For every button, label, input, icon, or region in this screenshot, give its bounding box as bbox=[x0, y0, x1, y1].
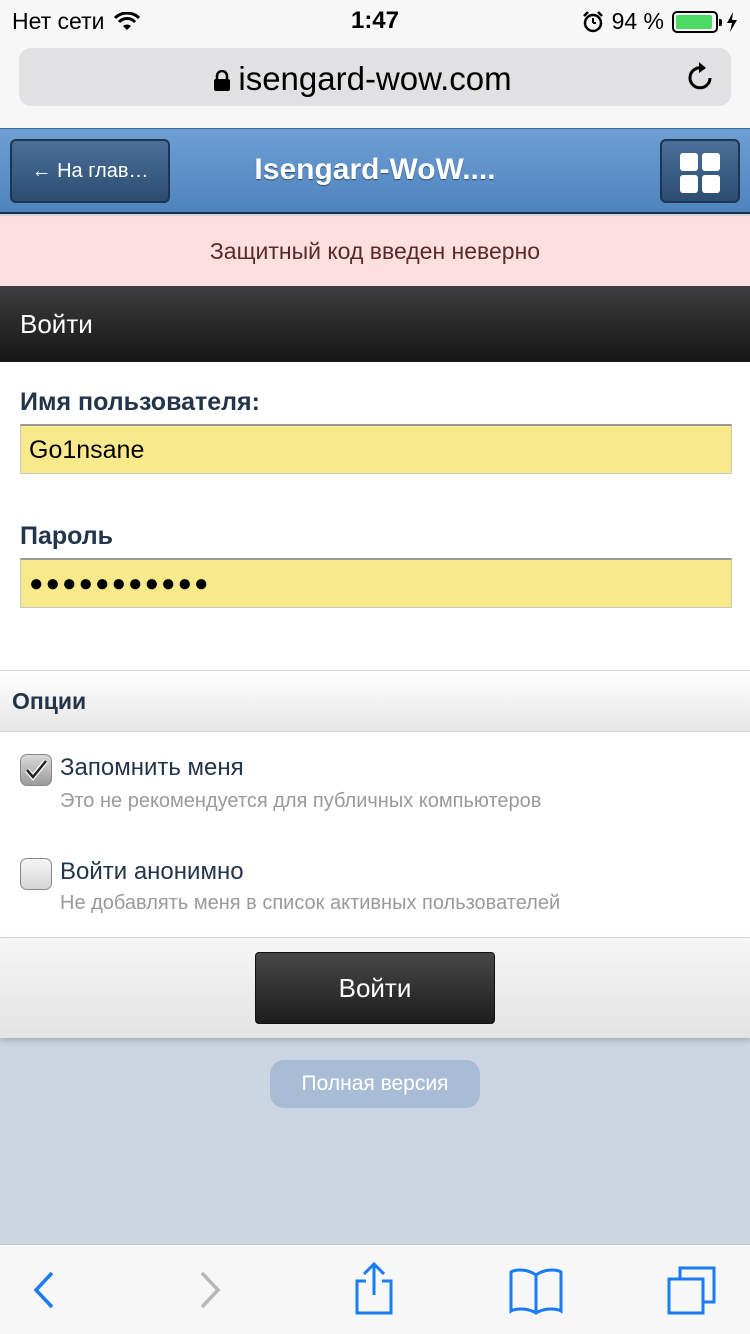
address-bar[interactable]: isengard-wow.com bbox=[19, 48, 731, 106]
username-label: Имя пользователя: bbox=[20, 388, 260, 416]
browser-toolbar bbox=[0, 1244, 750, 1334]
anonymous-login-checkbox[interactable] bbox=[20, 858, 52, 890]
back-to-main-button[interactable]: ← На глав… bbox=[10, 139, 170, 203]
options-header: Опции bbox=[0, 670, 750, 732]
bookmarks-icon[interactable] bbox=[508, 1267, 564, 1315]
anonymous-login-label[interactable]: Войти анонимно bbox=[60, 858, 244, 886]
share-icon[interactable] bbox=[352, 1261, 396, 1317]
username-field[interactable]: Go1nsane bbox=[20, 424, 732, 474]
forward-icon[interactable] bbox=[194, 1265, 224, 1315]
remember-me-hint: Это не рекомендуется для публичных компь… bbox=[60, 790, 542, 812]
anonymous-login-hint: Не добавлять меня в список активных поль… bbox=[60, 892, 561, 914]
checkmark-icon bbox=[25, 759, 48, 781]
back-icon[interactable] bbox=[28, 1265, 58, 1315]
error-message: Защитный код введен неверно bbox=[0, 216, 750, 286]
login-submit-button[interactable]: Войти bbox=[255, 952, 495, 1024]
browser-address-area: isengard-wow.com bbox=[0, 40, 750, 128]
alarm-icon bbox=[582, 10, 603, 32]
site-header: ← На глав… Isengard-WoW.... bbox=[0, 128, 750, 214]
reload-icon[interactable] bbox=[685, 60, 715, 92]
login-section-title: Войти bbox=[0, 286, 750, 362]
remember-me-label[interactable]: Запомнить меня bbox=[60, 754, 244, 782]
status-bar: Нет сети 1:47 94 % bbox=[0, 0, 750, 40]
options-list: Запомнить меня Это не рекомендуется для … bbox=[0, 732, 750, 938]
password-label: Пароль bbox=[20, 522, 114, 550]
url-text[interactable]: isengard-wow.com bbox=[19, 60, 731, 98]
menu-grid-button[interactable] bbox=[660, 139, 740, 203]
charging-icon bbox=[727, 11, 737, 32]
site-title: Isengard-WoW.... bbox=[254, 153, 496, 186]
battery-percent: 94 % bbox=[611, 8, 664, 34]
remember-me-checkbox[interactable] bbox=[20, 754, 52, 786]
tabs-icon[interactable] bbox=[666, 1265, 718, 1317]
password-field[interactable]: ●●●●●●●●●●● bbox=[20, 558, 732, 608]
full-version-button[interactable]: Полная версия bbox=[270, 1060, 480, 1108]
login-form: Имя пользователя: Go1nsane Пароль ●●●●●●… bbox=[0, 362, 750, 670]
battery-icon bbox=[672, 10, 722, 33]
submit-area: Войти bbox=[0, 938, 750, 1038]
